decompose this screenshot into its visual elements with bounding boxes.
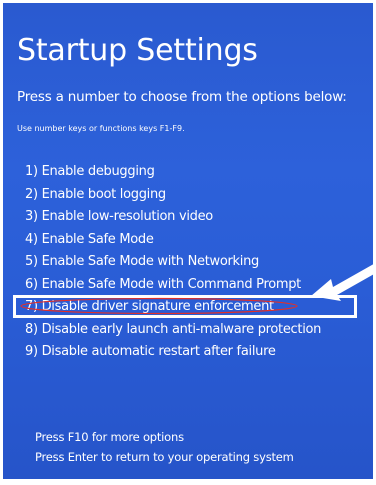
option-safe-mode-networking[interactable]: 5) Enable Safe Mode with Networking [25, 251, 321, 274]
option-enable-low-resolution-video[interactable]: 3) Enable low-resolution video [25, 206, 321, 229]
option-disable-automatic-restart[interactable]: 9) Disable automatic restart after failu… [25, 341, 321, 364]
annotation-ellipse [20, 297, 298, 315]
page-title: Startup Settings [17, 33, 258, 68]
annotation-arrow-icon [311, 264, 373, 301]
option-enable-boot-logging[interactable]: 2) Enable boot logging [25, 184, 321, 207]
footer-return-to-os[interactable]: Press Enter to return to your operating … [35, 447, 294, 467]
option-safe-mode-command-prompt[interactable]: 6) Enable Safe Mode with Command Prompt [25, 274, 321, 297]
option-enable-debugging[interactable]: 1) Enable debugging [25, 161, 321, 184]
instructions-text: Press a number to choose from the option… [17, 89, 347, 105]
option-enable-safe-mode[interactable]: 4) Enable Safe Mode [25, 229, 321, 252]
startup-settings-screen: Startup Settings Press a number to choos… [3, 3, 373, 479]
keys-hint: Use number keys or functions keys F1-F9. [17, 124, 185, 133]
option-disable-early-launch-anti-malware[interactable]: 8) Disable early launch anti-malware pro… [25, 319, 321, 342]
footer-options: Press F10 for more options Press Enter t… [35, 427, 294, 467]
footer-more-options[interactable]: Press F10 for more options [35, 427, 294, 447]
startup-options-list: 1) Enable debugging 2) Enable boot loggi… [25, 161, 321, 364]
